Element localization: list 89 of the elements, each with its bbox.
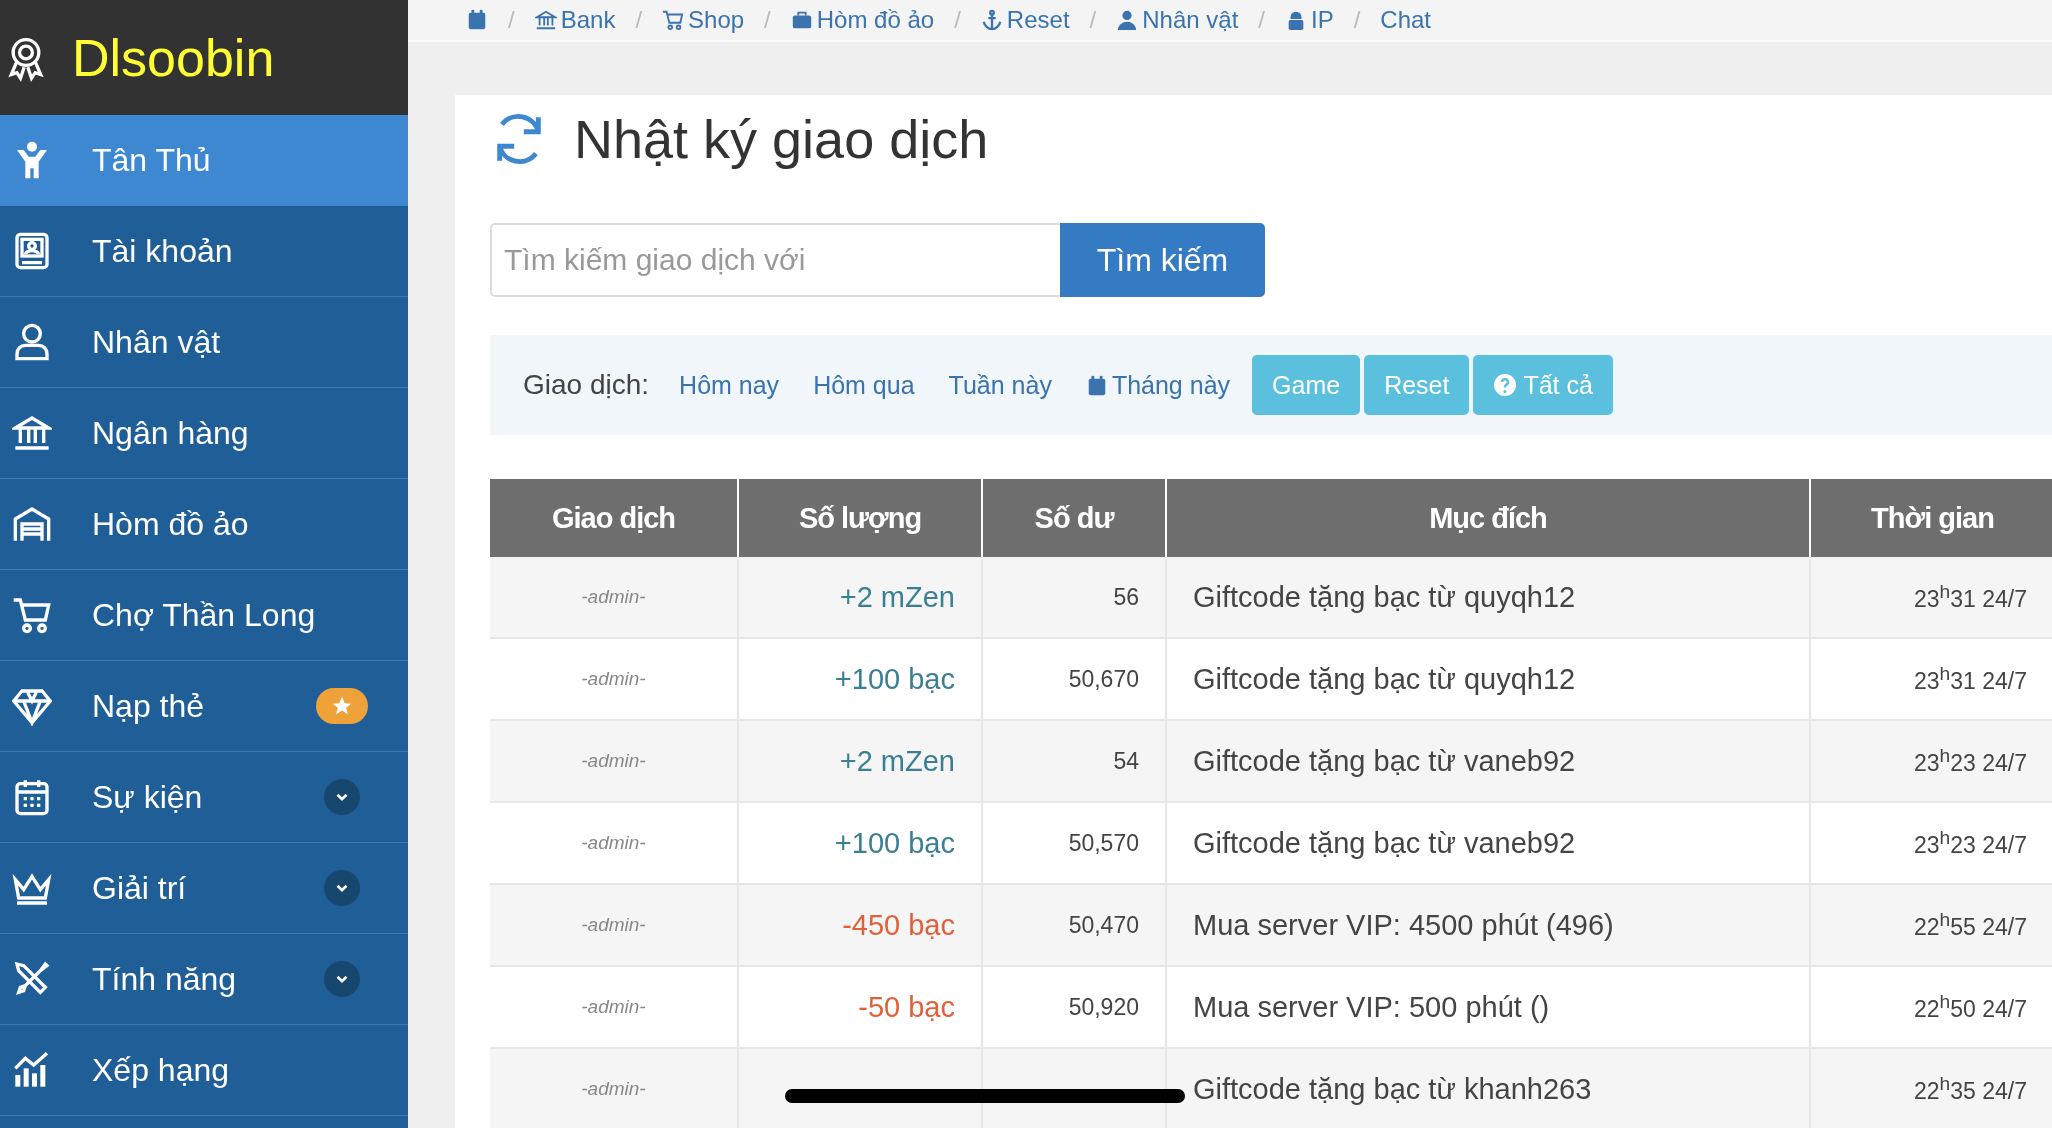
calendar-icon[interactable]	[466, 9, 488, 31]
briefcase-icon	[790, 9, 813, 31]
cart-icon	[12, 595, 52, 635]
table-cell: -admin-	[581, 750, 646, 771]
table-cell: 22$^{h}$35 24/7	[1914, 1077, 2027, 1104]
sidebar-item[interactable]: Giải trí	[0, 843, 408, 934]
sidebar-item[interactable]: Hòm đồ ảo	[0, 479, 408, 570]
expand-icon[interactable]	[324, 961, 360, 997]
breadcrumb-separator: /	[954, 6, 961, 34]
sidebar-item[interactable]: Tài khoản	[0, 206, 408, 297]
column-header: Mục đích	[1166, 479, 1810, 557]
table-cell: Mua server VIP: 500 phút ()	[1193, 990, 1550, 1023]
id-card-icon	[12, 231, 52, 271]
table-cell: -50 bạc	[858, 990, 955, 1023]
table-cell: +100 bạc	[834, 826, 955, 859]
table-cell: +2 mZen	[839, 580, 955, 613]
user-icon	[12, 322, 52, 362]
breadcrumb-separator: /	[1258, 6, 1265, 34]
breadcrumb-link[interactable]: IP	[1284, 6, 1334, 34]
table-cell: 54	[1113, 747, 1139, 774]
table-cell: -admin-	[581, 996, 646, 1017]
sidebar-item[interactable]: Sự kiện	[0, 752, 408, 843]
filter-link[interactable]: Hôm nay	[679, 370, 780, 400]
table-cell: Giftcode tặng bạc từ vaneb92	[1193, 744, 1576, 777]
sidebar-item[interactable]: Chợ Thần Long	[0, 570, 408, 661]
filter-label: Giao dịch:	[523, 369, 650, 401]
table-cell: Giftcode tặng bạc từ vaneb92	[1193, 826, 1576, 859]
breadcrumb-link[interactable]: Bank	[534, 6, 616, 34]
breadcrumb-link[interactable]: Nhân vật	[1116, 6, 1239, 34]
filter-link[interactable]: Hôm qua	[813, 370, 915, 400]
sidebar-item[interactable]: Nạp thẻ	[0, 661, 408, 752]
sidebar-item[interactable]: Tân Thủ	[0, 115, 408, 206]
table-cell: 50,470	[1068, 911, 1139, 938]
breadcrumb-separator: /	[1089, 6, 1097, 34]
breadcrumb-link[interactable]: Reset	[980, 6, 1070, 34]
breadcrumb-link[interactable]: Shop	[662, 6, 745, 34]
table-cell: Giftcode tặng bạc từ quyqh12	[1193, 580, 1576, 613]
bank-icon	[534, 9, 557, 31]
anchor-icon	[980, 9, 1003, 31]
calendar-icon	[12, 777, 52, 817]
filter-link[interactable]: Tuần này	[948, 370, 1052, 400]
star-badge	[316, 688, 368, 724]
sidebar-item[interactable]: Tính năng	[0, 934, 408, 1025]
table-cell: Giftcode tặng bạc từ quyqh12	[1193, 662, 1576, 695]
user-icon	[1116, 9, 1139, 31]
help-icon	[1493, 373, 1518, 397]
bank-icon	[12, 413, 52, 453]
garage-icon	[12, 504, 52, 544]
breadcrumb-link[interactable]: Hòm đồ ảo	[790, 6, 935, 34]
expand-icon[interactable]	[324, 870, 360, 906]
table-cell: 23$^{h}$23 24/7	[1914, 831, 2027, 858]
column-header: Số lượng	[738, 479, 982, 557]
table-cell: 22$^{h}$50 24/7	[1914, 995, 2027, 1022]
cart-icon	[662, 9, 685, 31]
sidebar-item[interactable]: Nhân vật	[0, 297, 408, 388]
column-header: Số dư	[982, 479, 1166, 557]
filter-link[interactable]: Tháng này	[1085, 370, 1231, 400]
table-cell: 50,670	[1068, 665, 1139, 692]
table-cell: -admin-	[581, 586, 646, 607]
table-cell: 50,570	[1068, 829, 1139, 856]
column-header: Thời gian	[1810, 479, 2052, 557]
breadcrumb-separator: /	[635, 6, 643, 34]
search-field[interactable]: Tìm kiếm giao dịch với	[490, 223, 1060, 297]
table-cell: Giftcode tặng bạc từ khanh263	[1193, 1072, 1592, 1105]
table-cell: -admin-	[581, 832, 646, 853]
diamond-icon	[12, 686, 52, 726]
table-cell: 50,920	[1068, 993, 1139, 1020]
breadcrumb-link[interactable]: Chat	[1380, 6, 1432, 34]
search-button[interactable]: Tìm kiếm	[1060, 223, 1265, 297]
table-cell: -admin-	[581, 1078, 646, 1099]
table-cell: 23$^{h}$31 24/7	[1914, 667, 2027, 694]
table-cell: -admin-	[581, 668, 646, 689]
table-cell: 23$^{h}$23 24/7	[1914, 749, 2027, 776]
table-cell: Mua server VIP: 4500 phút (496)	[1193, 908, 1614, 941]
table-cell: +100 bạc	[834, 662, 955, 695]
table-cell: 22$^{h}$55 24/7	[1914, 913, 2027, 940]
breadcrumb-separator: /	[1353, 6, 1361, 34]
expand-icon[interactable]	[324, 779, 360, 815]
sidebar-item[interactable]: Ngân hàng	[0, 388, 408, 479]
table-cell: +2 mZen	[839, 744, 955, 777]
table-cell: -admin-	[581, 914, 646, 935]
table-cell: 23$^{h}$31 24/7	[1914, 585, 2027, 612]
table-cell: -450 bạc	[842, 908, 955, 941]
breadcrumb-separator: /	[508, 6, 515, 34]
table-cell: 56	[1113, 583, 1139, 610]
page-title: Nhật ký giao dịch	[574, 108, 989, 170]
column-header: Giao dịch	[490, 479, 738, 557]
breadcrumb-separator: /	[764, 6, 771, 34]
sidebar-item[interactable]: Xếp hạng	[0, 1025, 408, 1116]
